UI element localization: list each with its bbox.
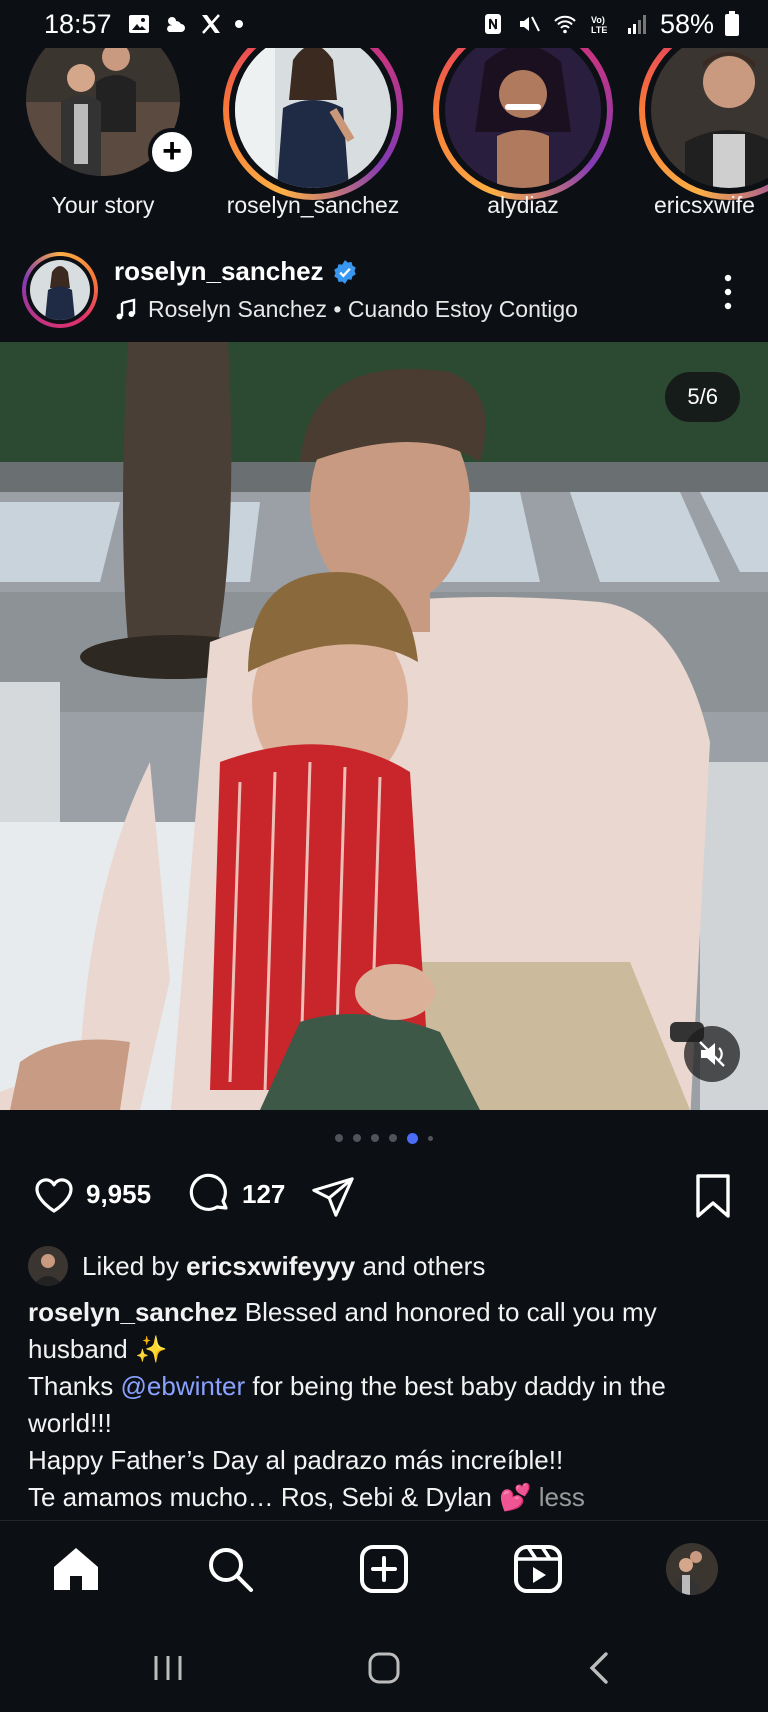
story-label: Your story	[51, 192, 155, 218]
caption-line-3: Happy Father’s Day al padrazo más increí…	[28, 1445, 564, 1475]
home-button-icon[interactable]	[364, 1648, 404, 1688]
page-counter: 5/6	[665, 372, 740, 422]
post-username-text[interactable]: roselyn_sanchez	[114, 256, 324, 287]
x-icon	[201, 14, 220, 34]
add-story-button[interactable]: +	[148, 128, 196, 176]
system-nav-bar	[0, 1618, 768, 1712]
volte-icon: Vo)LTE	[591, 15, 607, 35]
post-audio[interactable]: Roselyn Sanchez • Cuando Estoy Contigo	[114, 296, 578, 323]
carousel-dot	[335, 1134, 343, 1142]
caption-thanks-prefix: Thanks	[28, 1371, 114, 1401]
liked-by-suffix[interactable]: and others	[362, 1251, 485, 1281]
more-options-icon[interactable]	[716, 272, 740, 312]
share-icon[interactable]	[310, 1174, 356, 1220]
story-label: alydiaz	[487, 192, 559, 218]
liked-by-user[interactable]: ericsxwifeyyy	[186, 1251, 355, 1281]
profile-avatar[interactable]	[666, 1543, 718, 1595]
comment-icon[interactable]	[186, 1170, 234, 1218]
heart-icon[interactable]	[30, 1170, 78, 1218]
story-label: ericsxwife	[654, 192, 755, 218]
carousel-dot-active	[407, 1133, 418, 1144]
dot-icon	[234, 20, 243, 28]
mute-icon	[519, 16, 540, 32]
create-icon[interactable]	[358, 1543, 410, 1595]
nfc-icon	[484, 14, 501, 34]
carousel-dot	[353, 1134, 361, 1142]
search-icon[interactable]	[204, 1543, 256, 1595]
post-image	[0, 342, 768, 1110]
post-author-avatar[interactable]	[22, 252, 98, 328]
like-count[interactable]: 9,955	[86, 1179, 151, 1210]
post-header: roselyn_sanchez Roselyn Sanchez • Cuando…	[0, 252, 768, 332]
bookmark-icon[interactable]	[690, 1172, 736, 1220]
post-photo[interactable]: 5/6	[0, 342, 768, 1110]
caption-mention[interactable]: @ebwinter	[121, 1371, 246, 1401]
liked-by-prefix: Liked by	[82, 1250, 179, 1281]
post-username[interactable]: roselyn_sanchez	[114, 256, 358, 287]
verified-badge-icon	[333, 259, 356, 284]
weather-icon	[166, 17, 185, 32]
wifi-icon	[554, 15, 576, 34]
signal-icon	[627, 15, 646, 34]
stories-tray: + Your story roselyn_sanchez alydiaz eri…	[0, 48, 768, 228]
music-note-icon	[116, 297, 136, 319]
caption-less-link[interactable]: less	[539, 1482, 585, 1512]
mute-button[interactable]	[684, 1026, 740, 1082]
audio-label[interactable]: Roselyn Sanchez • Cuando Estoy Contigo	[148, 296, 578, 323]
svg-text:Vo): Vo)	[591, 15, 605, 25]
liked-by[interactable]: Liked by ericsxwifeyyy and others	[28, 1246, 485, 1286]
recent-apps-icon[interactable]	[148, 1648, 188, 1688]
post-caption: roselyn_sanchez Blessed and honored to c…	[28, 1294, 750, 1516]
story-label: roselyn_sanchez	[226, 192, 400, 218]
caption-author[interactable]: roselyn_sanchez	[28, 1297, 238, 1327]
caption-line-4: Te amamos mucho… Ros, Sebi & Dylan 💕	[28, 1482, 532, 1512]
comment-count[interactable]: 127	[242, 1179, 285, 1210]
battery-percent: 58%	[659, 8, 714, 39]
back-icon[interactable]	[580, 1648, 620, 1688]
comment-action[interactable]: 127	[186, 1170, 285, 1218]
gallery-icon	[128, 15, 149, 33]
bottom-nav	[0, 1520, 768, 1618]
svg-text:LTE: LTE	[591, 25, 607, 35]
carousel-indicator	[0, 1133, 768, 1144]
status-time: 18:57	[44, 8, 112, 39]
carousel-dot	[389, 1134, 397, 1142]
home-icon[interactable]	[50, 1543, 102, 1595]
carousel-dot	[371, 1134, 379, 1142]
like-action[interactable]: 9,955	[30, 1170, 151, 1218]
carousel-dot	[428, 1136, 433, 1141]
reels-icon[interactable]	[512, 1543, 564, 1595]
speaker-muted-icon	[699, 1041, 725, 1067]
post-actions: 9,955 127	[0, 1170, 768, 1226]
status-bar: 18:57 Vo) LTE 58%	[0, 0, 768, 48]
battery-icon	[725, 11, 739, 36]
liked-by-avatar	[28, 1246, 68, 1286]
